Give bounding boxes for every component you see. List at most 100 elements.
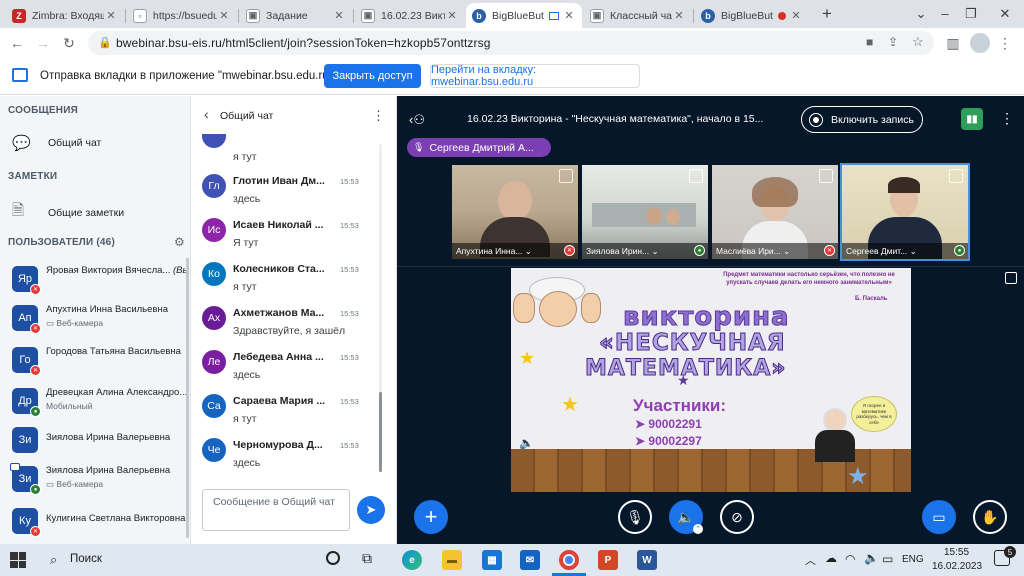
close-tab-icon[interactable]: ✕ xyxy=(789,9,803,22)
clock-date[interactable]: 16.02.2023 xyxy=(932,561,982,572)
user-list-scrollbar[interactable] xyxy=(186,258,189,538)
browser-tab[interactable]: ▣ Классный час ✕ xyxy=(584,3,692,28)
url-text[interactable]: bwebinar.bsu-eis.ru/html5client/join?ses… xyxy=(116,36,490,50)
screen-share-button[interactable]: ▭ xyxy=(922,500,956,534)
actions-plus-button[interactable]: + xyxy=(414,500,448,534)
messages-header: СООБЩЕНИЯ xyxy=(8,105,78,116)
search-icon[interactable]: ⌕ xyxy=(50,552,57,568)
browser-tab[interactable]: Z Zimbra: Входящ ✕ xyxy=(6,3,124,28)
user-list-item[interactable]: Др ● Древецкая Алина Александро... Мобил… xyxy=(8,380,186,420)
browser-menu-icon[interactable]: ⋮ xyxy=(996,34,1014,52)
video-tile[interactable]: Маслиёва Ири... ⌄ ✕ xyxy=(712,165,838,259)
mail-icon[interactable]: ✉ xyxy=(520,550,540,570)
fullscreen-presentation-icon[interactable] xyxy=(1005,272,1017,284)
sound-icon: 🔈 xyxy=(519,436,534,450)
mic-muted-icon: ✕ xyxy=(824,245,835,256)
expand-icon[interactable] xyxy=(949,169,963,183)
powerpoint-icon[interactable]: P xyxy=(598,550,618,570)
switch-to-tab-button[interactable]: Перейти на вкладку: mwebinar.bsu.edu.ru xyxy=(430,64,640,88)
store-icon[interactable]: ▦ xyxy=(482,550,502,570)
browser-tab[interactable]: b BigBlueBut ✕ xyxy=(695,3,809,28)
back-icon[interactable]: ← xyxy=(8,34,26,52)
show-hidden-icons[interactable]: ︿ xyxy=(805,552,816,568)
video-tile[interactable]: Апухтина Инна... ⌄ ✕ xyxy=(452,165,578,259)
share-webcam-button[interactable]: ⊘ xyxy=(720,500,754,534)
mute-mic-button[interactable]: 🎙 xyxy=(618,500,652,534)
video-tile-active[interactable]: Сергеев Дмит... ⌄ ● xyxy=(840,163,970,261)
close-tab-icon[interactable]: ✕ xyxy=(332,9,346,22)
clock-time[interactable]: 15:55 xyxy=(944,547,969,558)
message-author: Сараева Мария ... xyxy=(233,395,326,407)
browser-tab[interactable]: ▣ 16.02.23 Викто ✕ xyxy=(355,3,465,28)
taskbar-search-label[interactable]: Поиск xyxy=(70,553,102,565)
avatar: Ах xyxy=(202,306,226,330)
windows-start-icon[interactable] xyxy=(10,552,26,568)
close-tab-icon[interactable]: ✕ xyxy=(104,9,118,22)
chevron-left-icon[interactable]: ‹ xyxy=(204,107,209,121)
options-menu-icon[interactable]: ⋮ xyxy=(1000,110,1014,127)
expand-icon[interactable] xyxy=(559,169,573,183)
task-view-icon[interactable]: ⧉ xyxy=(362,550,372,567)
close-tab-icon[interactable]: ✕ xyxy=(562,9,576,22)
language-indicator[interactable]: ENG xyxy=(902,554,924,565)
file-explorer-icon[interactable]: ▬ xyxy=(442,550,462,570)
raise-hand-button[interactable]: ✋ xyxy=(973,500,1007,534)
network-icon[interactable]: ☁ xyxy=(825,551,837,565)
moodle-icon: ▣ xyxy=(246,8,260,23)
toggle-userlist-icon[interactable]: ‹⚇ xyxy=(409,112,425,128)
cortana-icon[interactable] xyxy=(326,551,340,565)
browser-tab[interactable]: ▣ Задание ✕ xyxy=(240,3,352,28)
bookmark-star-icon[interactable]: ☆ xyxy=(912,34,924,50)
einstein-cartoon-image xyxy=(511,273,601,331)
user-list-item[interactable]: Го ✕ Городова Татьяна Васильевна xyxy=(8,339,186,379)
close-tab-icon[interactable]: ✕ xyxy=(445,9,459,22)
edge-icon[interactable]: e xyxy=(402,550,422,570)
video-name: Сергеев Дмит... xyxy=(846,246,908,256)
maximize-button[interactable]: ❐ xyxy=(956,4,986,24)
chat-message-input[interactable]: Сообщение в Общий чат xyxy=(202,489,350,531)
side-panel-icon[interactable]: ▥ xyxy=(944,34,962,52)
user-list-item[interactable]: Ап ✕ Апухтина Инна Васильевна ▭ Веб-каме… xyxy=(8,297,186,337)
battery-icon[interactable]: ▭ xyxy=(882,552,893,566)
audio-settings-icon[interactable]: ⌃ xyxy=(693,524,703,534)
forward-icon[interactable]: → xyxy=(34,34,52,52)
word-icon[interactable]: W xyxy=(637,550,657,570)
expand-icon[interactable] xyxy=(689,169,703,183)
profile-avatar-icon[interactable] xyxy=(970,33,990,53)
user-list-item[interactable]: Ку ✕ Кулигина Светлана Викторовна xyxy=(8,500,186,540)
stop-sharing-button[interactable]: Закрыть доступ xyxy=(324,64,421,88)
users-settings-gear-icon[interactable]: ⚙ xyxy=(174,235,185,249)
browser-tab-active[interactable]: b BigBlueBut ✕ xyxy=(466,3,582,28)
volume-icon[interactable]: 🔈 xyxy=(864,551,879,565)
camera-in-use-icon[interactable]: ■ xyxy=(866,35,873,49)
wifi-icon[interactable]: ◠ xyxy=(845,552,855,566)
omnibox[interactable]: 🔒 bwebinar.bsu-eis.ru/html5client/join?s… xyxy=(88,31,934,55)
close-tab-icon[interactable]: ✕ xyxy=(672,9,686,22)
chat-options-icon[interactable]: ⋮ xyxy=(372,108,385,124)
start-recording-button[interactable]: Включить запись xyxy=(801,106,923,133)
shared-notes-label: Общие заметки xyxy=(48,206,125,219)
video-tile[interactable]: Зиялова Ирин... ⌄ ● xyxy=(582,165,708,259)
connection-status-icon[interactable]: ▮▮ xyxy=(961,108,983,130)
talking-indicator[interactable]: 🎙 Сергеев Дмитрий А... xyxy=(407,138,551,157)
send-message-button[interactable]: ➤ xyxy=(357,496,385,524)
close-window-button[interactable]: ✕ xyxy=(990,4,1020,24)
close-tab-icon[interactable]: ✕ xyxy=(217,9,231,22)
participant-hair xyxy=(888,177,920,193)
public-chat-link[interactable]: 💬 Общий чат xyxy=(8,134,101,152)
notes-icon: 🗎 xyxy=(12,202,25,219)
user-list-item[interactable]: Зи Зиялова Ирина Валерьевна xyxy=(8,419,186,459)
video-name-label: Сергеев Дмит... ⌄ xyxy=(842,243,968,259)
user-list-item[interactable]: Зи ● Зиялова Ирина Валерьевна ▭ Веб-каме… xyxy=(8,458,186,498)
expand-icon[interactable] xyxy=(819,169,833,183)
reload-icon[interactable]: ↻ xyxy=(60,34,78,52)
shared-notes-link[interactable]: 🗎 Общие заметки xyxy=(8,200,124,225)
chat-scrollbar-thumb[interactable] xyxy=(379,392,382,472)
chrome-icon[interactable] xyxy=(559,550,579,570)
browser-tab[interactable]: ▫ https://bsuedu ✕ xyxy=(127,3,237,28)
slide-title-quiz: викторина xyxy=(623,302,790,333)
share-icon[interactable]: ⇪ xyxy=(888,35,898,49)
new-tab-button[interactable]: + xyxy=(816,4,838,24)
chat-message: Че Черномурова Д... 15:53 здесь xyxy=(202,436,377,480)
user-list-item[interactable]: Яр ✕ Яровая Виктория Вячесла... (Вы) xyxy=(8,258,186,298)
